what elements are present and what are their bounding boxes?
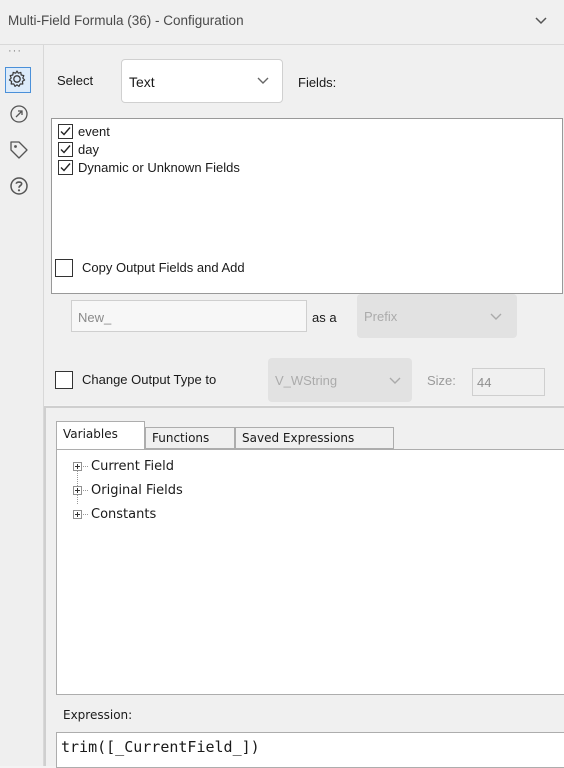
gear-icon[interactable] xyxy=(5,67,31,93)
select-label: Select xyxy=(57,73,94,88)
size-label: Size: xyxy=(427,373,456,388)
anchor-icon[interactable] xyxy=(8,103,30,125)
expand-icon[interactable] xyxy=(73,462,82,471)
check-icon xyxy=(60,163,71,172)
expression-input[interactable]: trim([_CurrentField_]) xyxy=(56,732,564,768)
tree-item-label: Constants xyxy=(91,507,157,522)
change-type-label: Change Output Type to xyxy=(82,372,217,387)
tab-functions[interactable]: Functions xyxy=(145,427,235,449)
field-label: day xyxy=(78,142,99,157)
tab-label: Saved Expressions xyxy=(242,431,355,445)
affix-input[interactable]: New_ xyxy=(71,300,307,332)
fields-label: Fields: xyxy=(298,75,337,90)
configuration-panel: Select Text Fields: event day Dynamic or… xyxy=(44,45,564,405)
tree-item-label: Current Field xyxy=(91,459,174,474)
title-bar: Multi-Field Formula (36) - Configuration xyxy=(0,0,564,45)
expression-label: Expression: xyxy=(63,708,133,722)
chevron-down-icon xyxy=(257,77,269,84)
variables-tree: Current Field Original Fields Constants xyxy=(56,449,564,695)
tree-item-label: Original Fields xyxy=(91,483,183,498)
tag-icon[interactable] xyxy=(8,139,30,161)
field-checkbox[interactable] xyxy=(58,124,73,139)
expand-icon[interactable] xyxy=(73,486,82,495)
tab-variables[interactable]: Variables xyxy=(56,421,145,450)
tab-label: Functions xyxy=(152,431,210,445)
select-type-dropdown[interactable]: Text xyxy=(121,59,283,103)
help-icon[interactable] xyxy=(8,175,30,197)
affix-value: New_ xyxy=(78,310,112,325)
copy-output-label: Copy Output Fields and Add xyxy=(82,260,245,275)
chevron-down-icon xyxy=(490,313,502,320)
field-checkbox[interactable] xyxy=(58,142,73,157)
window-title: Multi-Field Formula (36) - Configuration xyxy=(8,13,244,28)
affix-type-dropdown[interactable]: Prefix xyxy=(357,294,517,338)
size-value: 44 xyxy=(477,375,492,390)
as-a-label: as a xyxy=(312,310,337,325)
chevron-down-icon xyxy=(389,377,401,384)
size-input[interactable]: 44 xyxy=(472,368,545,396)
output-type-dropdown[interactable]: V_WString xyxy=(268,358,412,402)
tab-label: Variables xyxy=(63,427,118,441)
icon-rail: ··· xyxy=(0,45,44,766)
field-label: Dynamic or Unknown Fields xyxy=(78,160,240,175)
field-label: event xyxy=(78,124,110,139)
expand-icon[interactable] xyxy=(73,510,82,519)
field-checkbox[interactable] xyxy=(58,160,73,175)
chevron-down-icon[interactable] xyxy=(533,12,549,28)
check-icon xyxy=(60,145,71,154)
select-type-value: Text xyxy=(129,74,155,90)
change-type-checkbox[interactable] xyxy=(55,371,73,389)
affix-type-value: Prefix xyxy=(364,309,398,324)
check-icon xyxy=(60,127,71,136)
rail-more-dots[interactable]: ··· xyxy=(8,45,22,57)
output-type-value: V_WString xyxy=(275,373,338,388)
copy-output-checkbox[interactable] xyxy=(55,259,73,277)
expression-editor: Variables Functions Saved Expressions Cu… xyxy=(44,406,564,768)
expression-text: trim([_CurrentField_]) xyxy=(61,738,260,756)
tab-saved-expressions[interactable]: Saved Expressions xyxy=(235,427,394,449)
